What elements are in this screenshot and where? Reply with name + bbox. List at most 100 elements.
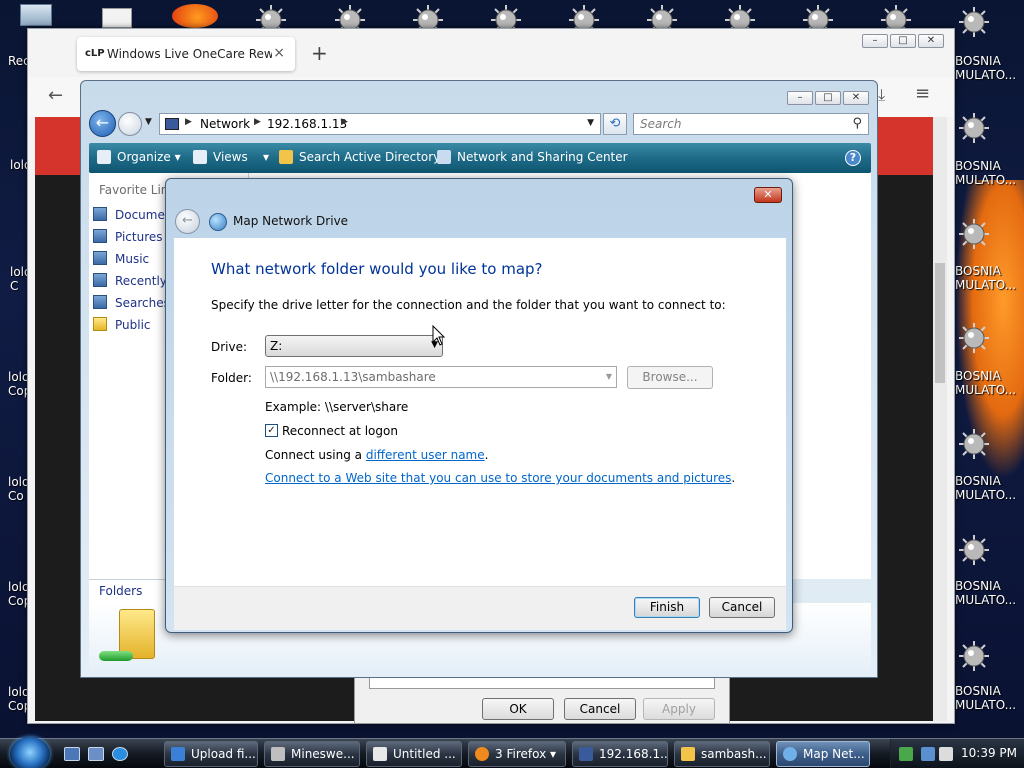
favorite-public[interactable]: Public (93, 317, 151, 335)
different-user-link[interactable]: different user name (366, 448, 485, 462)
desktop-icon-label[interactable]: BOSNIAMULATO... S (955, 369, 1024, 397)
reconnect-label[interactable]: Reconnect at logon (282, 424, 398, 438)
browser-tab[interactable]: cLP Windows Live OneCare Rewritte × (77, 37, 295, 71)
desktop-icon-label[interactable]: lolo Cop (8, 370, 31, 398)
back-arrow-icon[interactable]: ← (48, 85, 63, 106)
favorite-pictures[interactable]: Pictures (93, 229, 163, 247)
network-icon (165, 118, 179, 130)
mine-icon[interactable] (958, 218, 990, 250)
minimize-button[interactable]: – (862, 34, 888, 48)
cancel-button[interactable]: Cancel (709, 597, 775, 618)
views-button[interactable]: Views ▾ (193, 150, 269, 164)
mine-icon[interactable] (958, 640, 990, 672)
task-upload[interactable]: Upload fi... (164, 741, 258, 767)
download-icon[interactable]: ⤓ (878, 85, 885, 105)
clock[interactable]: 10:39 PM (961, 746, 1017, 760)
mine-icon[interactable] (958, 534, 990, 566)
tab-close-icon[interactable]: × (273, 45, 285, 61)
organize-button[interactable]: Organize ▾ (97, 150, 181, 164)
task-minesweeper[interactable]: Mineswe... (264, 741, 360, 767)
close-button[interactable]: ✕ (918, 34, 944, 48)
start-button[interactable] (10, 737, 50, 768)
folder-input[interactable]: \\192.168.1.13\sambashare ▼ (265, 366, 617, 388)
command-bar: Organize ▾ Views ▾ Search Active Directo… (89, 143, 871, 173)
desktop-icon-label[interactable]: BOSNIAMULATO... S (955, 579, 1024, 607)
desktop-icon-label[interactable]: BOSNIA MULATO... (955, 54, 1016, 82)
mine-icon[interactable] (958, 112, 990, 144)
task-map-network-drive[interactable]: Map Net... (776, 741, 870, 767)
document-icon[interactable] (102, 8, 132, 28)
internet-explorer-icon[interactable] (112, 747, 128, 761)
recent-pages-dropdown-icon[interactable]: ▼ (145, 117, 152, 127)
chevron-right-icon[interactable]: ▶ (185, 117, 192, 127)
mine-icon[interactable] (958, 322, 990, 354)
favorite-searches[interactable]: Searches (93, 295, 170, 313)
properties-dialog: OK Cancel Apply (354, 672, 730, 724)
help-icon[interactable]: ? (845, 150, 861, 166)
pictures-icon (93, 229, 107, 243)
drive-select[interactable]: Z: ▼ (265, 335, 443, 357)
browse-button[interactable]: Browse... (627, 366, 713, 389)
search-icon[interactable]: ⚲ (852, 116, 862, 131)
address-bar[interactable]: ▶ Network ▶ 192.168.1.13 ▶ ▼ (159, 113, 601, 135)
drive-label: Drive: (211, 340, 248, 354)
chevron-right-icon[interactable]: ▶ (254, 117, 261, 127)
ok-button[interactable]: OK (482, 698, 554, 720)
documents-icon (93, 207, 107, 221)
recycle-bin-icon[interactable] (20, 4, 52, 26)
network-status-icon[interactable] (899, 747, 913, 761)
desktop-icon-label[interactable]: lolo Cop (8, 580, 31, 608)
firefox-icon[interactable] (172, 4, 218, 28)
breadcrumb-host[interactable]: 192.168.1.13 (267, 117, 347, 131)
chevron-down-icon[interactable]: ▼ (606, 372, 612, 381)
reconnect-checkbox[interactable]: ✓ (265, 424, 278, 437)
favorite-music[interactable]: Music (93, 251, 149, 269)
connect-using-text: Connect using a different user name. (265, 448, 489, 462)
drive-value: Z: (270, 339, 283, 353)
scrollbar-thumb[interactable] (935, 263, 945, 383)
cancel-button[interactable]: Cancel (564, 698, 636, 720)
desktop-icon-label[interactable]: BOSNIAMULATO... S (955, 264, 1024, 292)
task-sambashare[interactable]: sambash... (674, 741, 770, 767)
web-site-link[interactable]: Connect to a Web site that you can use t… (265, 471, 731, 485)
paint-icon (373, 747, 387, 761)
desktop-icon-label[interactable]: BOSNIAMULATO... S (955, 684, 1024, 712)
network-sharing-center-button[interactable]: Network and Sharing Center (437, 150, 628, 164)
breadcrumb-network[interactable]: Network (200, 117, 250, 131)
map-network-drive-dialog: ✕ ← Map Network Drive What network folde… (165, 178, 793, 633)
show-desktop-icon[interactable] (64, 747, 80, 761)
switch-windows-icon[interactable] (88, 747, 104, 761)
back-button[interactable]: ← (175, 209, 200, 234)
dialog-heading: What network folder would you like to ma… (211, 260, 543, 278)
search-active-directory-button[interactable]: Search Active Directory (279, 150, 440, 164)
finish-button[interactable]: Finish (634, 597, 700, 618)
chevron-right-icon[interactable]: ▶ (341, 117, 348, 127)
close-button[interactable]: ✕ (754, 187, 782, 203)
close-button[interactable]: ✕ (843, 91, 869, 105)
chevron-down-icon[interactable]: ▼ (587, 118, 594, 128)
task-firefox-group[interactable]: 3 Firefox ▾ (468, 741, 566, 767)
maximize-button[interactable]: □ (890, 34, 916, 48)
volume-icon[interactable] (939, 747, 953, 761)
desktop-icon-label[interactable]: BOSNIAMULATO... S (955, 159, 1024, 187)
dialog-footer: Finish Cancel (174, 586, 786, 630)
maximize-button[interactable]: □ (815, 91, 841, 105)
hamburger-menu-icon[interactable]: ≡ (915, 83, 930, 104)
task-untitled[interactable]: Untitled ... (366, 741, 462, 767)
desktop-icon-label[interactable]: BOSNIAMULATO... S (955, 474, 1024, 502)
task-network-folder[interactable]: 192.168.1... (572, 741, 668, 767)
new-tab-button[interactable]: + (311, 41, 328, 65)
apply-button[interactable]: Apply (643, 698, 715, 720)
forward-button[interactable] (118, 112, 142, 136)
minimize-button[interactable]: – (787, 91, 813, 105)
back-button[interactable]: ← (89, 110, 116, 137)
search-input[interactable]: Search ⚲ (633, 113, 869, 135)
scrollbar[interactable] (933, 117, 947, 721)
properties-textbox[interactable] (369, 677, 715, 689)
connection-icon[interactable] (921, 747, 935, 761)
mine-icon[interactable] (958, 6, 990, 38)
desktop-icon-label[interactable]: lolo Cop (8, 685, 31, 713)
desktop-icon-label[interactable]: lolo Co (8, 475, 29, 503)
mine-icon[interactable] (958, 428, 990, 460)
refresh-button[interactable]: ⟲ (603, 113, 627, 135)
